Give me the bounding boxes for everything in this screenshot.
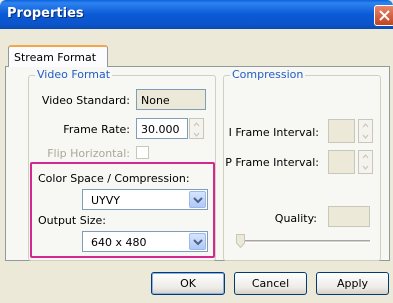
cancel-button[interactable]: Cancel (234, 272, 307, 295)
apply-button[interactable]: Apply (316, 272, 389, 295)
p-frame-spin-down[interactable] (359, 162, 372, 173)
video-standard-label: Video Standard: (41, 94, 130, 107)
flip-horizontal-checkbox[interactable] (136, 146, 149, 159)
video-standard-field: None (136, 89, 206, 110)
compression-legend: Compression (230, 68, 306, 81)
ok-button[interactable]: OK (151, 272, 225, 295)
chevron-down-icon (193, 132, 200, 137)
quality-slider-track[interactable] (237, 240, 370, 243)
i-frame-interval-spinner[interactable] (358, 119, 373, 143)
window-title: Properties (7, 6, 84, 21)
i-frame-interval-label: I Frame Interval: (228, 126, 319, 139)
title-bar[interactable]: Properties (0, 0, 393, 29)
frame-rate-spin-up[interactable] (190, 119, 203, 129)
quality-input[interactable] (328, 206, 370, 227)
tab-stream-format[interactable]: Stream Format (8, 45, 108, 67)
close-button[interactable] (374, 5, 393, 26)
frame-rate-spin-down[interactable] (190, 129, 203, 138)
close-icon (379, 10, 390, 21)
quality-slider-thumb[interactable] (236, 234, 245, 248)
frame-rate-label: Frame Rate: (63, 123, 130, 136)
i-frame-spin-up[interactable] (359, 120, 372, 131)
p-frame-interval-label: P Frame Interval: (225, 156, 319, 169)
frame-rate-input[interactable]: 30.000 (136, 118, 188, 139)
quality-label: Quality: (274, 212, 317, 225)
chevron-up-icon (362, 123, 369, 128)
frame-rate-value: 30.000 (141, 123, 180, 136)
chevron-down-icon (362, 165, 369, 170)
flip-horizontal-label: Flip Horizontal: (47, 147, 130, 160)
p-frame-spin-up[interactable] (359, 151, 372, 162)
i-frame-spin-down[interactable] (359, 131, 372, 142)
p-frame-interval-input[interactable] (328, 150, 355, 174)
video-standard-value: None (141, 94, 170, 107)
p-frame-interval-spinner[interactable] (358, 150, 373, 174)
chevron-up-icon (362, 154, 369, 159)
frame-rate-spinner[interactable] (189, 118, 204, 139)
i-frame-interval-input[interactable] (328, 119, 355, 143)
chevron-down-icon (362, 134, 369, 139)
chevron-up-icon (193, 122, 200, 127)
tab-stream-format-label: Stream Format (14, 51, 97, 64)
video-format-legend: Video Format (35, 68, 113, 81)
highlight-box (30, 162, 215, 258)
